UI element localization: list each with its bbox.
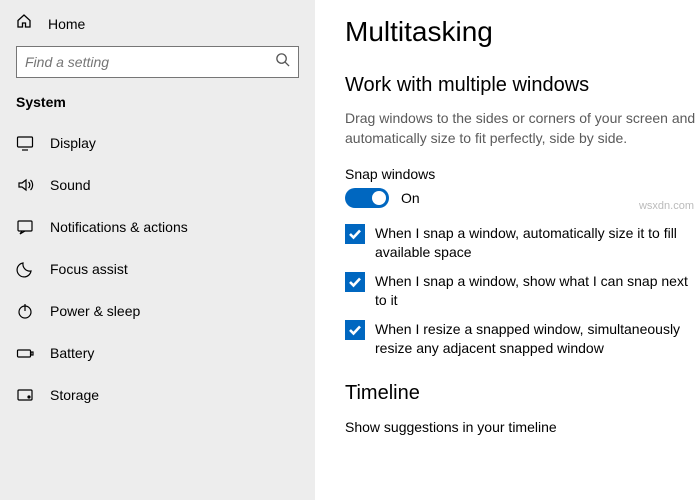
checkbox-row: When I resize a snapped window, simultan…: [345, 320, 700, 358]
sidebar: Home System Display Sound Notifications …: [0, 0, 315, 500]
sidebar-home-label: Home: [48, 16, 85, 32]
sidebar-home[interactable]: Home: [0, 0, 315, 46]
timeline-suggestions-label: Show suggestions in your timeline: [345, 419, 700, 435]
nav-list: Display Sound Notifications & actions Fo…: [0, 122, 315, 416]
sidebar-category: System: [0, 92, 315, 122]
focus-assist-icon: [16, 260, 34, 278]
sidebar-item-focus-assist[interactable]: Focus assist: [0, 248, 315, 290]
search-icon: [275, 52, 290, 72]
sidebar-item-display[interactable]: Display: [0, 122, 315, 164]
page-title: Multitasking: [345, 16, 700, 48]
storage-icon: [16, 386, 34, 404]
home-icon: [16, 13, 32, 34]
sound-icon: [16, 176, 34, 194]
battery-icon: [16, 344, 34, 362]
sidebar-item-label: Battery: [50, 345, 94, 361]
display-icon: [16, 134, 34, 152]
power-icon: [16, 302, 34, 320]
sidebar-item-label: Sound: [50, 177, 90, 193]
section-heading-timeline: Timeline: [345, 382, 700, 405]
sidebar-item-battery[interactable]: Battery: [0, 332, 315, 374]
snap-windows-toggle[interactable]: [345, 188, 389, 208]
checkbox-label: When I snap a window, show what I can sn…: [375, 272, 700, 310]
checkbox-show-next[interactable]: [345, 272, 365, 292]
snap-windows-label: Snap windows: [345, 166, 700, 182]
checkbox-autosize[interactable]: [345, 224, 365, 244]
main-content: Multitasking Work with multiple windows …: [315, 0, 700, 500]
notifications-icon: [16, 218, 34, 236]
checkbox-label: When I resize a snapped window, simultan…: [375, 320, 700, 358]
section-description: Drag windows to the sides or corners of …: [345, 109, 700, 148]
section-heading-multiwin: Work with multiple windows: [345, 74, 700, 97]
search-wrap: [0, 46, 315, 92]
sidebar-item-label: Storage: [50, 387, 99, 403]
toggle-state: On: [401, 190, 420, 206]
sidebar-item-label: Power & sleep: [50, 303, 140, 319]
search-input[interactable]: [25, 54, 275, 70]
checkbox-row: When I snap a window, automatically size…: [345, 224, 700, 262]
sidebar-item-sound[interactable]: Sound: [0, 164, 315, 206]
sidebar-item-label: Notifications & actions: [50, 219, 188, 235]
sidebar-item-power-sleep[interactable]: Power & sleep: [0, 290, 315, 332]
watermark: wsxdn.com: [639, 200, 694, 212]
checkbox-label: When I snap a window, automatically size…: [375, 224, 700, 262]
sidebar-item-label: Display: [50, 135, 96, 151]
search-box[interactable]: [16, 46, 299, 78]
checkbox-row: When I snap a window, show what I can sn…: [345, 272, 700, 310]
sidebar-item-storage[interactable]: Storage: [0, 374, 315, 416]
sidebar-item-notifications[interactable]: Notifications & actions: [0, 206, 315, 248]
sidebar-item-label: Focus assist: [50, 261, 128, 277]
checkbox-resize-adjacent[interactable]: [345, 320, 365, 340]
